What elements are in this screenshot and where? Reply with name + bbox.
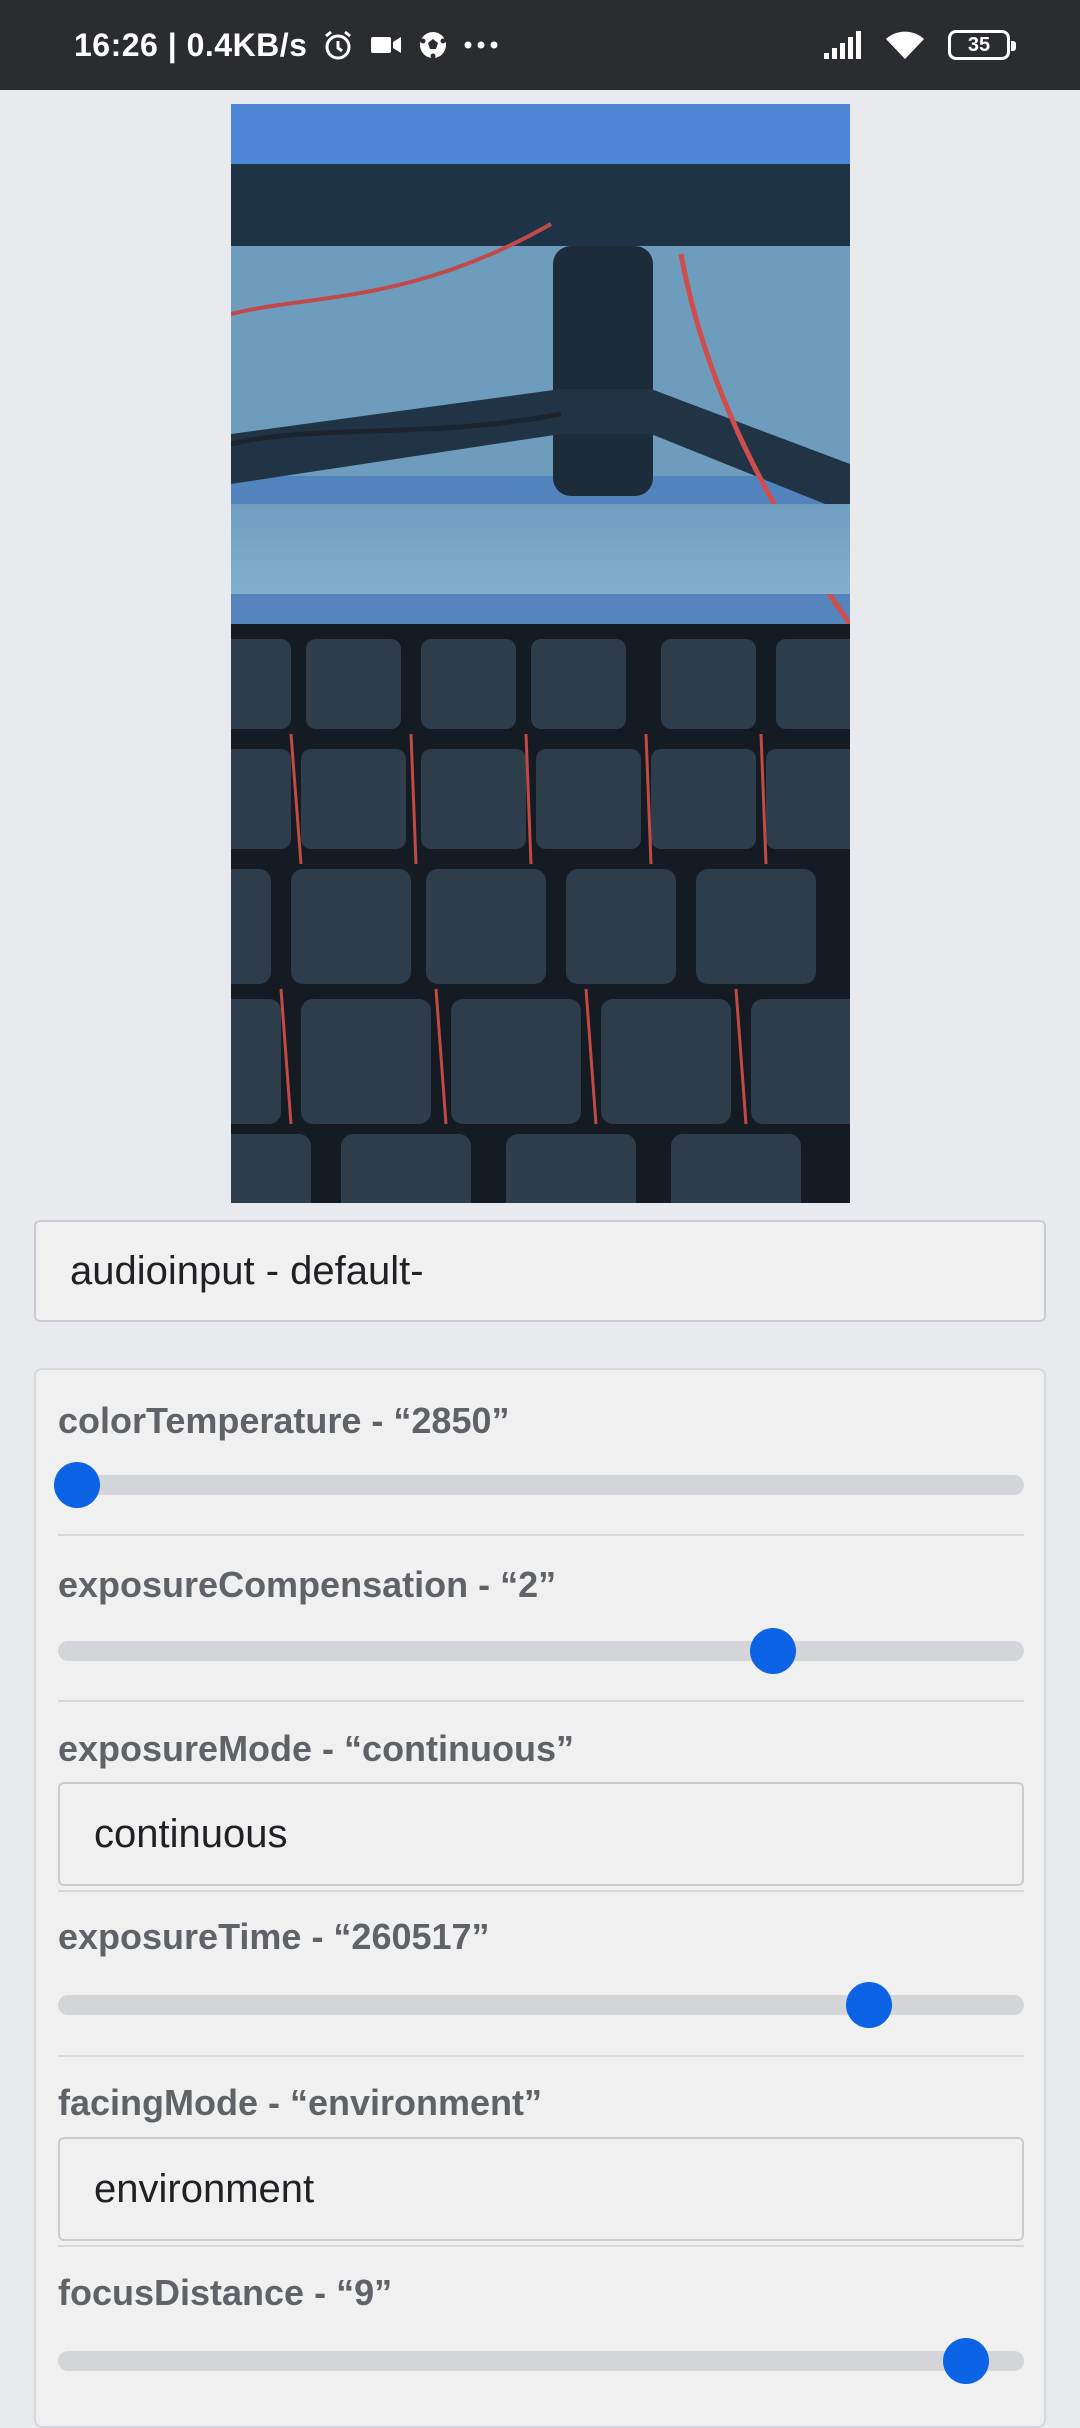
- video-camera-icon: [369, 33, 403, 57]
- battery-icon: 35: [948, 30, 1016, 60]
- exposure-mode-select[interactable]: continuous: [58, 1782, 1024, 1886]
- focus-distance-slider[interactable]: [58, 2338, 1024, 2384]
- divider: [58, 1890, 1024, 1892]
- divider: [58, 1534, 1024, 1536]
- color-temperature-label: colorTemperature - “2850”: [58, 1400, 510, 1441]
- audio-input-select[interactable]: audioinput - default-: [34, 1220, 1046, 1322]
- facing-mode-select[interactable]: environment: [58, 2137, 1024, 2241]
- audio-input-value: audioinput - default-: [70, 1248, 424, 1293]
- status-left: 16:26 | 0.4KB/s: [74, 27, 499, 64]
- exposure-time-thumb[interactable]: [846, 1982, 893, 2028]
- battery-level: 35: [967, 33, 991, 56]
- alarm-icon: [321, 28, 355, 62]
- exposure-time-slider[interactable]: [58, 1982, 1024, 2028]
- divider: [58, 1700, 1024, 1702]
- divider: [58, 2245, 1024, 2247]
- color-temperature-thumb[interactable]: [54, 1462, 101, 1508]
- signal-icon: [822, 31, 862, 59]
- exposure-compensation-label: exposureCompensation - “2”: [58, 1564, 557, 1605]
- wifi-icon: [884, 29, 926, 61]
- focus-distance-thumb[interactable]: [943, 2338, 990, 2384]
- status-time: 16:26 | 0.4KB/s: [74, 26, 308, 63]
- exposure-mode-value: continuous: [94, 1811, 288, 1856]
- exposure-compensation-slider[interactable]: [58, 1628, 1024, 1674]
- facing-mode-label: facingMode - “environment”: [58, 2082, 543, 2123]
- soccer-ball-icon: [417, 29, 449, 61]
- camera-controls-panel: colorTemperature - “2850” exposureCompen…: [34, 1368, 1046, 2428]
- exposure-time-label: exposureTime - “260517”: [58, 1916, 490, 1957]
- exposure-mode-label: exposureMode - “continuous”: [58, 1728, 575, 1769]
- exposure-compensation-thumb[interactable]: [749, 1628, 796, 1674]
- camera-preview-image: [231, 104, 850, 1203]
- color-temperature-slider[interactable]: [54, 1462, 1024, 1508]
- camera-preview: [231, 104, 850, 1203]
- focus-distance-label: focusDistance - “9”: [58, 2272, 393, 2313]
- divider: [58, 2055, 1024, 2057]
- facing-mode-value: environment: [94, 2166, 315, 2211]
- status-bar: 16:26 | 0.4KB/s 35: [0, 0, 1080, 90]
- status-right: 35: [822, 29, 1016, 61]
- more-dots-icon: [463, 40, 499, 50]
